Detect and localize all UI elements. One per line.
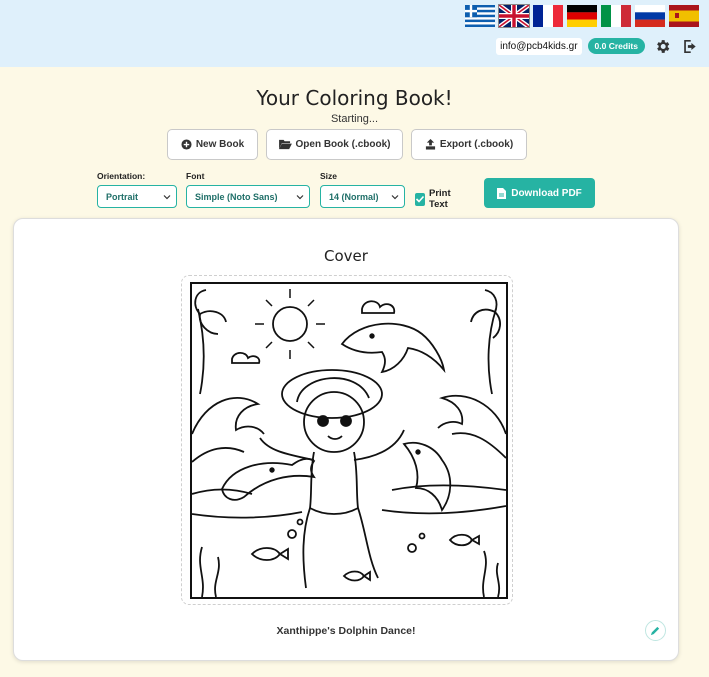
new-book-button[interactable]: New Book — [167, 129, 258, 160]
orientation-select[interactable]: Portrait — [97, 185, 177, 208]
status-text: Starting... — [330, 113, 379, 125]
file-pdf-icon — [497, 187, 507, 199]
new-book-label: New Book — [195, 139, 245, 150]
spain-flag-icon[interactable] — [669, 5, 699, 27]
book-actions: New Book Open Book (.cbook) Export (.cbo… — [167, 129, 527, 160]
file-export-icon — [425, 139, 435, 150]
cover-image-frame — [181, 275, 513, 605]
print-text-option: Print Text — [415, 188, 454, 210]
export-label: Export (.cbook) — [439, 139, 514, 150]
gear-icon[interactable] — [651, 35, 673, 57]
download-pdf-label: Download PDF — [511, 187, 582, 199]
chevron-down-icon — [163, 195, 171, 200]
size-select[interactable]: 14 (Normal) — [320, 185, 405, 208]
user-email: info@pcb4kids.gr — [496, 37, 582, 55]
cover-title: Cover — [324, 247, 368, 265]
greek-flag-icon[interactable] — [465, 5, 495, 27]
uk-flag-icon[interactable] — [498, 4, 530, 28]
open-book-label: Open Book (.cbook) — [295, 139, 391, 150]
print-text-checkbox[interactable] — [415, 192, 425, 206]
coloring-page-illustration — [192, 289, 506, 597]
logout-icon[interactable] — [679, 35, 701, 57]
top-bar: info@pcb4kids.gr 0.0 Credits — [0, 0, 709, 67]
plus-circle-icon — [181, 139, 192, 150]
user-bar: info@pcb4kids.gr 0.0 Credits — [496, 35, 701, 57]
folder-open-icon — [278, 139, 292, 150]
orientation-control: Orientation: Portrait — [97, 171, 177, 208]
download-pdf-button[interactable]: Download PDF — [484, 178, 595, 208]
italy-flag-icon[interactable] — [601, 5, 631, 27]
orientation-value: Portrait — [106, 191, 139, 202]
font-value: Simple (Noto Sans) — [195, 191, 278, 202]
size-label: Size — [320, 171, 338, 181]
cover-card: Cover Xanthippe's Dolphin Dance! — [13, 218, 679, 661]
orientation-label: Orientation: — [97, 171, 146, 181]
check-icon — [415, 195, 425, 203]
print-text-label: Print Text — [429, 188, 451, 210]
credits-badge: 0.0 Credits — [587, 38, 645, 54]
size-control: Size 14 (Normal) — [320, 171, 405, 208]
edit-caption-button[interactable] — [645, 620, 666, 641]
language-selector — [465, 4, 699, 28]
page-title: Your Coloring Book! — [256, 86, 453, 110]
export-button[interactable]: Export (.cbook) — [411, 129, 527, 160]
size-value: 14 (Normal) — [329, 191, 379, 202]
germany-flag-icon[interactable] — [567, 5, 597, 27]
font-control: Font Simple (Noto Sans) — [186, 171, 310, 208]
chevron-down-icon — [391, 195, 399, 200]
chevron-down-icon — [296, 195, 304, 200]
france-flag-icon[interactable] — [533, 5, 563, 27]
font-label: Font — [186, 171, 205, 181]
open-book-button[interactable]: Open Book (.cbook) — [266, 129, 403, 160]
russia-flag-icon[interactable] — [635, 5, 665, 27]
pencil-icon — [650, 626, 660, 636]
cover-image[interactable] — [190, 282, 508, 599]
cover-caption: Xanthippe's Dolphin Dance! — [276, 625, 416, 637]
font-select[interactable]: Simple (Noto Sans) — [186, 185, 310, 208]
